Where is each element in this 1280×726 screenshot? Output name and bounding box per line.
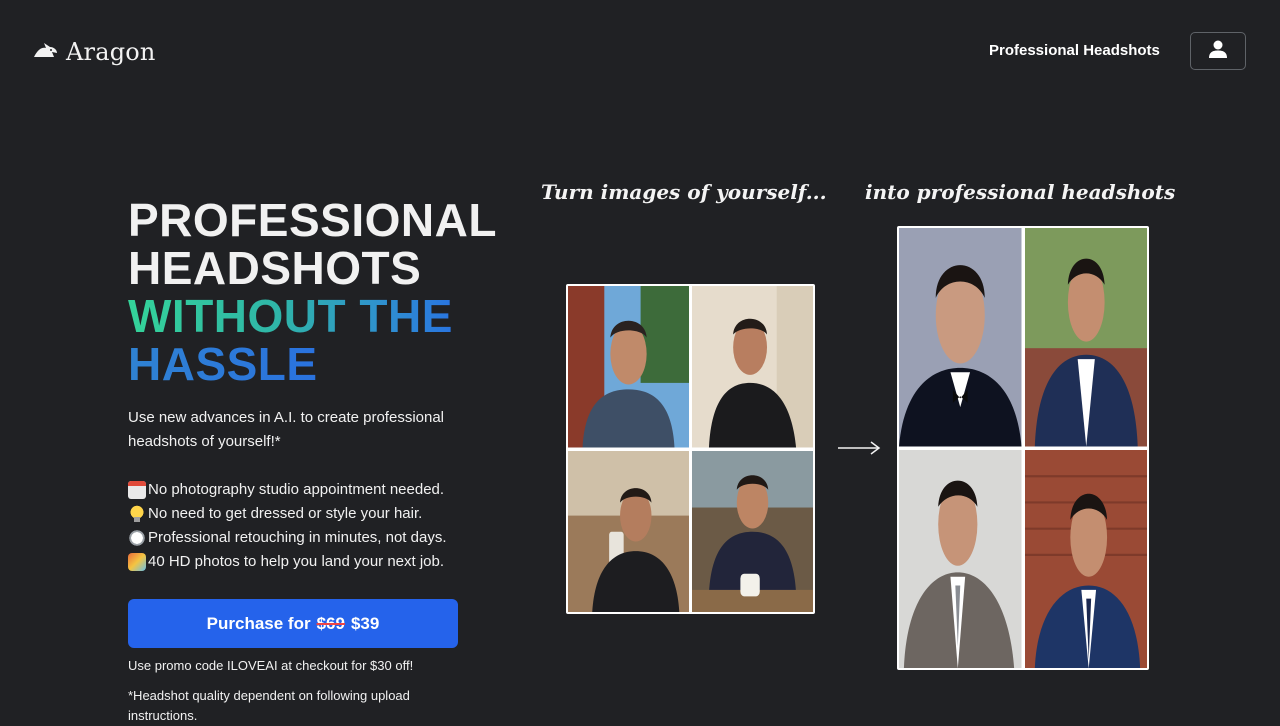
aragon-logo-icon <box>32 39 58 66</box>
after-photo-grid <box>897 226 1149 670</box>
new-price: $39 <box>350 613 380 633</box>
selfie-photo <box>692 450 813 612</box>
feature-item: 40 HD photos to help you land your next … <box>128 550 447 574</box>
disclaimer-text: *Headshot quality dependent on following… <box>128 688 410 723</box>
nav-professional-headshots[interactable]: Professional Headshots <box>989 42 1160 59</box>
feature-text: No need to get dressed or style your hai… <box>148 505 423 522</box>
headshot-photo <box>899 449 1022 668</box>
caption-before: Turn images of yourself... <box>541 180 827 204</box>
purchase-button[interactable]: Purchase for $69 $39 <box>128 599 458 648</box>
selfie-photo <box>568 286 689 448</box>
headline-line-2: HEADSHOTS <box>128 242 422 294</box>
before-photo-grid <box>566 284 815 614</box>
feature-item: Professional retouching in minutes, not … <box>128 526 447 550</box>
feature-item: No photography studio appointment needed… <box>128 478 447 502</box>
lightbulb-icon <box>128 505 146 523</box>
selfie-photo <box>692 286 813 448</box>
purchase-label: Purchase for <box>206 613 311 633</box>
headshot-photo <box>899 228 1022 447</box>
feature-text: No photography studio appointment needed… <box>148 481 445 498</box>
arrow-right-icon <box>838 441 881 455</box>
party-icon <box>128 553 146 571</box>
hero-subtitle: Use new advances in A.I. to create profe… <box>128 409 445 450</box>
headline-line-3: WITHOUT THE <box>128 292 497 340</box>
headline-line-4: HASSLE <box>128 340 497 388</box>
headline-line-1: PROFESSIONAL <box>128 194 497 246</box>
old-price: $69 <box>316 613 345 633</box>
caption-after: into professional headshots <box>865 180 1176 204</box>
account-button[interactable] <box>1190 32 1246 70</box>
stopwatch-icon <box>128 529 146 547</box>
user-icon <box>1208 39 1228 64</box>
feature-text: Professional retouching in minutes, not … <box>148 529 447 546</box>
headshot-photo <box>1024 228 1147 447</box>
hero-headline: PROFESSIONAL HEADSHOTS WITHOUT THE HASSL… <box>128 196 497 388</box>
feature-item: No need to get dressed or style your hai… <box>128 502 447 526</box>
calendar-icon <box>128 481 146 499</box>
selfie-photo <box>568 450 689 612</box>
brand-name: Aragon <box>66 38 156 66</box>
headshot-photo <box>1024 449 1147 668</box>
feature-text: 40 HD photos to help you land your next … <box>148 553 445 570</box>
promo-text: Use promo code ILOVEAI at checkout for $… <box>128 658 414 673</box>
brand-logo[interactable]: Aragon <box>32 38 156 66</box>
feature-list: No photography studio appointment needed… <box>128 478 447 574</box>
